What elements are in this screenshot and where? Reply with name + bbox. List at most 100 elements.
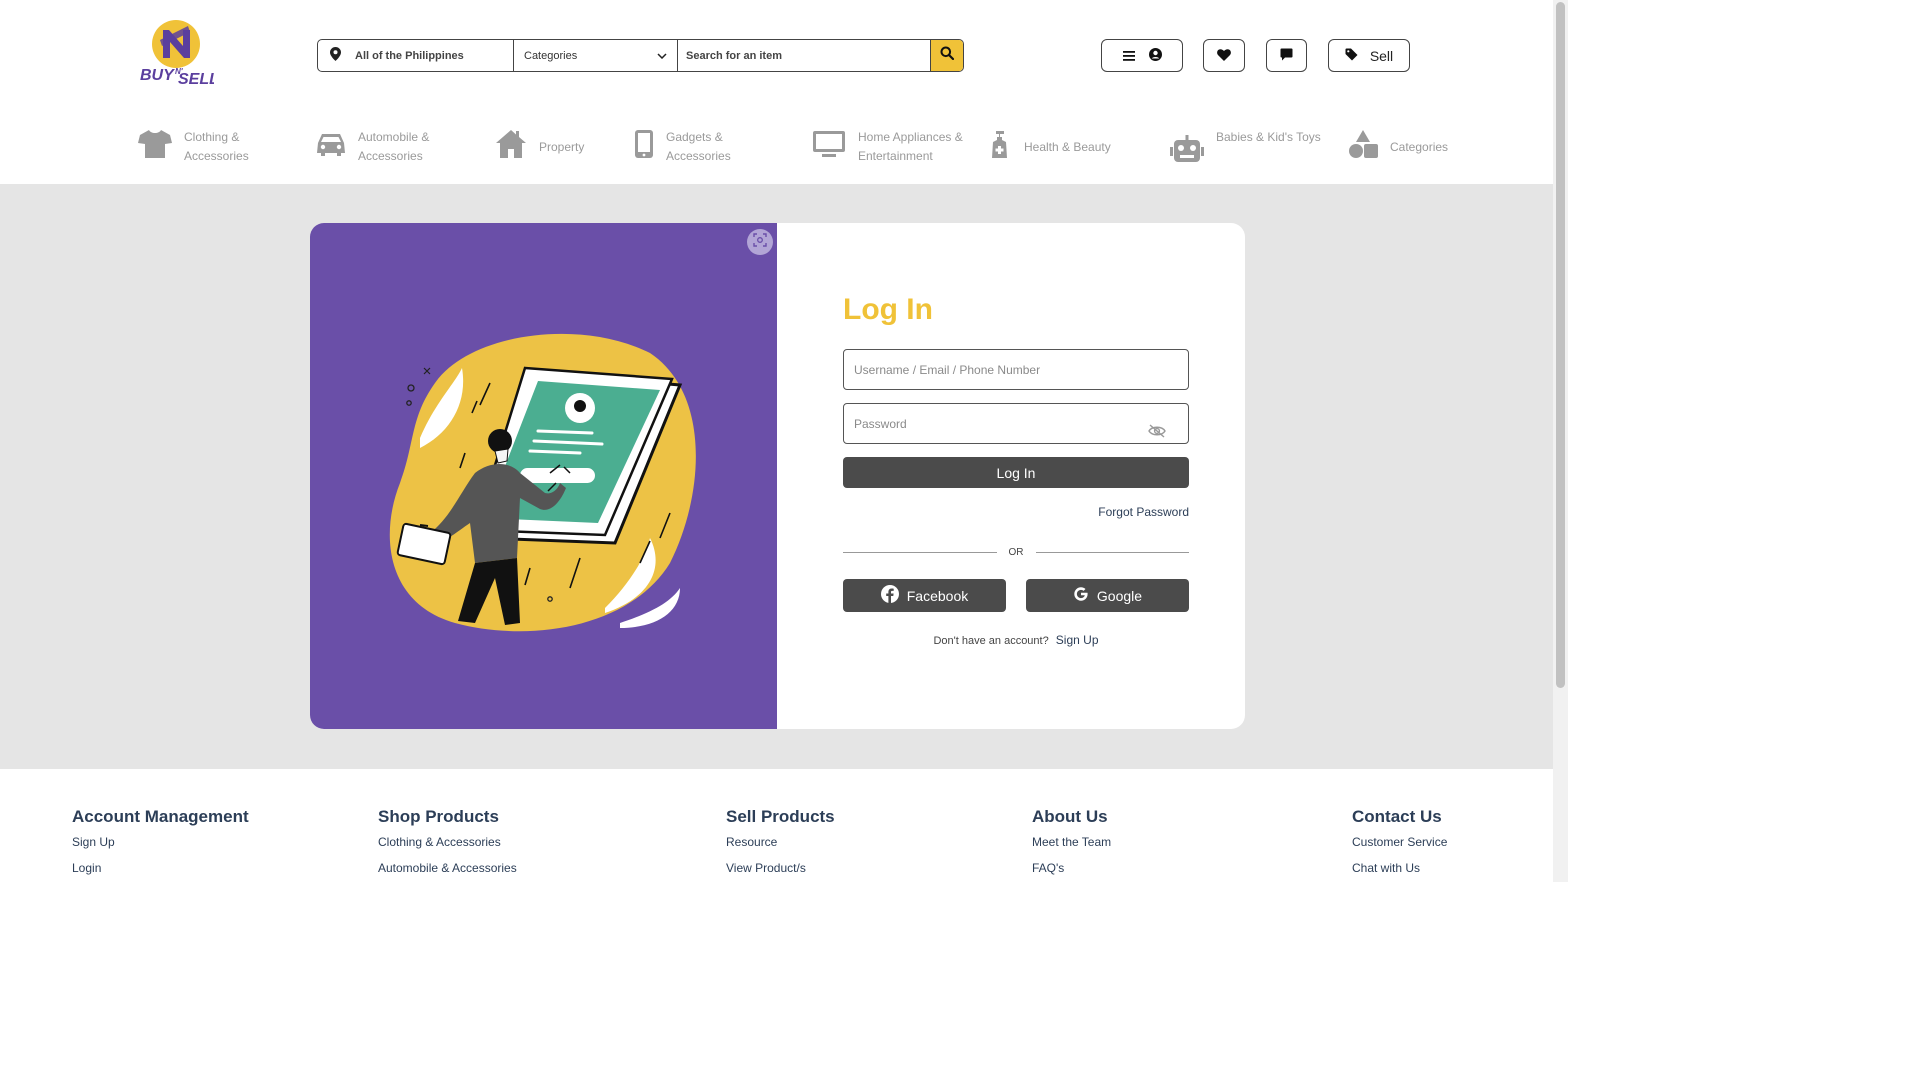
messages-button[interactable]	[1266, 39, 1307, 72]
menu-icon	[1122, 48, 1135, 64]
category-label: Clothing &	[184, 130, 240, 144]
login-title: Log In	[843, 293, 933, 326]
category-dropdown[interactable]: Categories	[514, 40, 678, 71]
car-icon	[316, 131, 346, 163]
category-label: Health & Beauty	[1024, 139, 1111, 154]
footer-heading: Contact Us	[1352, 807, 1442, 826]
logo-text-buy: BUY	[140, 67, 175, 84]
category-label: Accessories	[666, 149, 731, 163]
category-value: Categories	[524, 49, 578, 62]
footer-heading: Sell Products	[726, 807, 835, 826]
footer-heading: Shop Products	[378, 807, 499, 826]
footer-link[interactable]: Automobile & Accessories	[378, 861, 517, 875]
category-gadgets[interactable]: Gadgets & Accessories	[634, 128, 731, 166]
scrollbar-thumb[interactable]	[1556, 2, 1565, 688]
login-card: Log In Log In Forgot Password OR	[310, 223, 1245, 729]
footer-link[interactable]: Sign Up	[72, 835, 249, 849]
house-icon	[495, 129, 527, 165]
footer-link[interactable]: Clothing & Accessories	[378, 835, 517, 849]
password-input[interactable]	[844, 404, 1188, 443]
location-pin-icon	[330, 47, 341, 64]
login-form: Log In Log In Forgot Password OR	[843, 293, 1189, 647]
footer-link[interactable]: View Product/s	[726, 861, 835, 875]
google-login-button[interactable]: Google	[1026, 579, 1189, 612]
category-label: Accessories	[184, 149, 249, 163]
category-label: Entertainment	[858, 149, 933, 163]
scan-icon	[753, 232, 767, 252]
main-content: Log In Log In Forgot Password OR	[0, 184, 1553, 769]
divider-line	[843, 552, 997, 553]
footer-link[interactable]: Resource	[726, 835, 835, 849]
eye-slash-icon[interactable]	[1148, 424, 1166, 443]
facebook-label: Facebook	[906, 587, 969, 604]
or-divider: OR	[843, 547, 1189, 558]
divider-line	[1035, 552, 1189, 553]
username-input[interactable]	[844, 350, 1188, 389]
search-icon	[940, 46, 955, 65]
footer-link[interactable]: FAQ's	[1032, 861, 1111, 875]
category-label: Automobile &	[358, 130, 430, 144]
search-input[interactable]	[678, 40, 930, 71]
category-babies-toys[interactable]: Babies & Kid's Toys	[1170, 128, 1321, 166]
user-circle-icon	[1148, 47, 1162, 64]
tag-icon	[1345, 48, 1358, 64]
category-nav: Clothing & Accessories Automobile & Access…	[0, 128, 1553, 172]
google-label: Google	[1096, 587, 1143, 604]
footer-link[interactable]: Customer Service	[1352, 835, 1447, 849]
smartphone-icon	[634, 129, 654, 165]
footer-link[interactable]: Meet the Team	[1032, 835, 1111, 849]
username-field	[843, 349, 1189, 390]
signup-link[interactable]: Sign Up	[1056, 633, 1099, 647]
login-illustration	[380, 323, 710, 648]
sell-button[interactable]: Sell	[1328, 39, 1410, 72]
footer-link[interactable]: Chat with Us	[1352, 861, 1447, 875]
category-property[interactable]: Property	[495, 128, 584, 166]
search-button[interactable]	[930, 40, 963, 71]
logo-text-sell: SELL	[178, 71, 214, 88]
shapes-icon	[1348, 129, 1378, 165]
or-label: OR	[1008, 547, 1024, 558]
sell-label: Sell	[1369, 47, 1394, 64]
footer-column-contact: Contact Us Customer Service Chat with Us	[1352, 807, 1447, 887]
favorites-button[interactable]	[1203, 39, 1245, 72]
no-account-text: Don't have an account?	[933, 635, 1049, 647]
buy-n-sell-logo[interactable]: BUY N' SELL	[138, 18, 219, 90]
site-footer: Account Management Sign Up Login Shop Pr…	[0, 769, 1553, 882]
location-selector[interactable]: All of the Philippines	[318, 40, 514, 71]
location-value: All of the Philippines	[355, 49, 464, 62]
google-icon	[1073, 586, 1089, 605]
category-label: Property	[539, 139, 585, 154]
page-scrollbar[interactable]	[1553, 0, 1568, 882]
screenshot-scan-button[interactable]	[747, 229, 773, 255]
site-header: BUY N' SELL All of the Philippines Categ…	[0, 0, 1553, 184]
category-label: Categories	[1390, 139, 1449, 154]
forgot-password-link[interactable]: Forgot Password	[843, 505, 1189, 519]
category-all[interactable]: Categories	[1348, 128, 1448, 166]
footer-heading: Account Management	[72, 807, 249, 826]
login-button[interactable]: Log In	[843, 457, 1189, 488]
footer-column-account: Account Management Sign Up Login	[72, 807, 249, 887]
category-automobile[interactable]: Automobile & Accessories	[316, 128, 429, 166]
password-field	[843, 403, 1189, 444]
chevron-down-icon	[657, 50, 667, 62]
chat-bubble-icon	[1280, 48, 1293, 64]
category-label: Gadgets &	[666, 130, 723, 144]
category-label: Babies & Kid's Toys	[1216, 130, 1321, 144]
login-illustration-panel	[310, 223, 777, 729]
footer-column-about: About Us Meet the Team FAQ's	[1032, 807, 1111, 887]
social-login-row: Facebook Google	[843, 579, 1189, 612]
footer-heading: About Us	[1032, 807, 1108, 826]
facebook-icon	[880, 585, 899, 606]
footer-column-sell: Sell Products Resource View Product/s	[726, 807, 835, 887]
facebook-login-button[interactable]: Facebook	[843, 579, 1006, 612]
category-health-beauty[interactable]: Health & Beauty	[990, 128, 1111, 166]
heart-icon	[1217, 48, 1231, 64]
tshirt-icon	[138, 129, 172, 165]
monitor-icon	[812, 130, 846, 164]
category-home-appliances[interactable]: Home Appliances & Entertainment	[812, 128, 963, 166]
account-menu-button[interactable]	[1101, 39, 1183, 72]
category-clothing[interactable]: Clothing & Accessories	[138, 128, 249, 166]
sanitizer-bottle-icon	[990, 129, 1012, 165]
search-bar: All of the Philippines Categories	[317, 39, 964, 72]
footer-link[interactable]: Login	[72, 861, 249, 875]
